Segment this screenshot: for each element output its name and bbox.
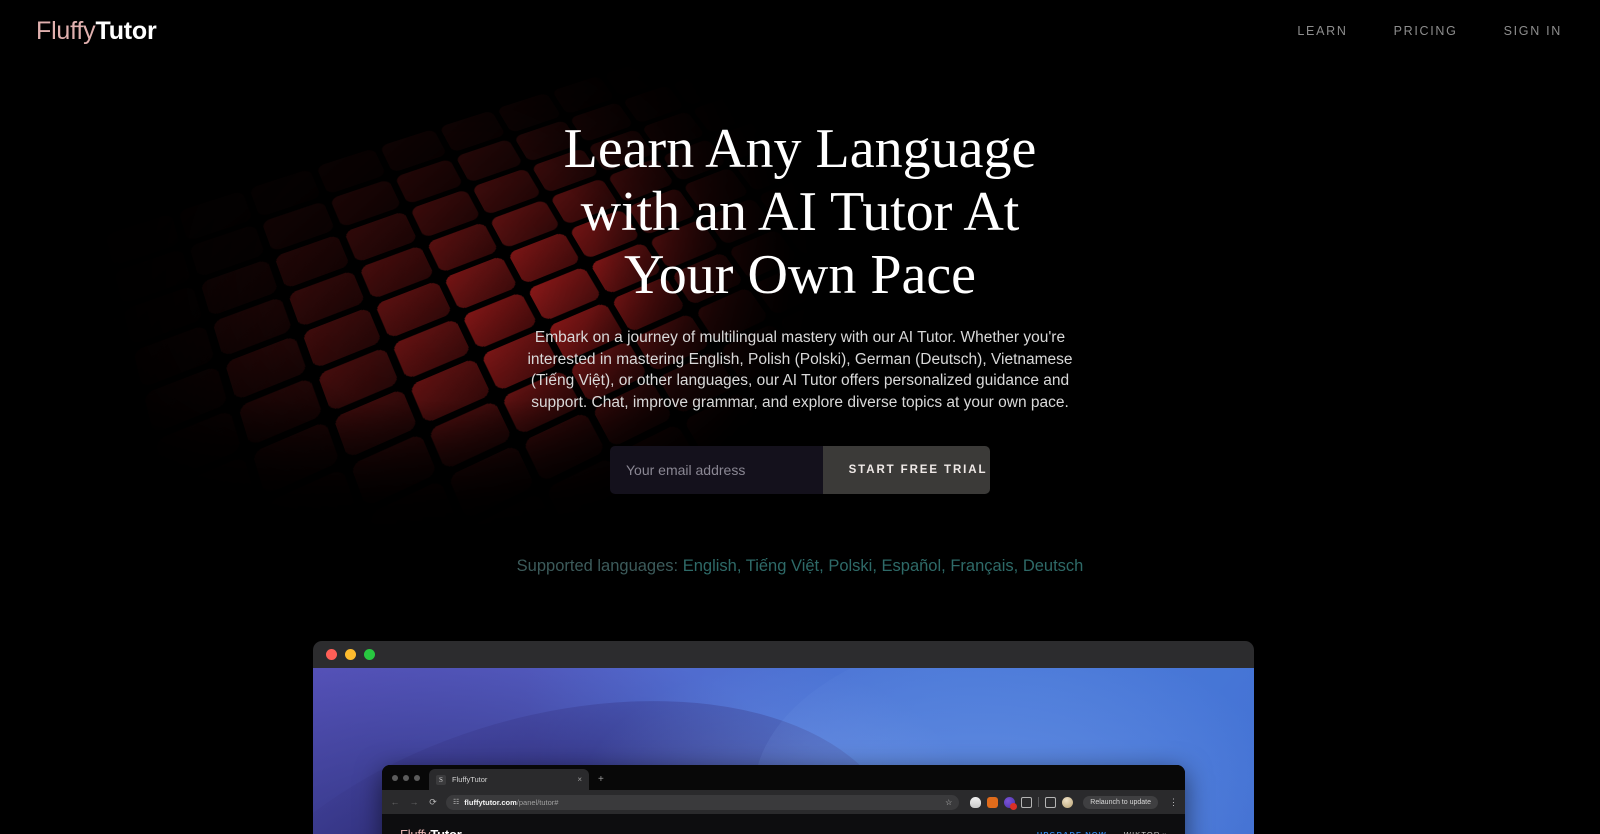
bookmark-star-icon[interactable]: ☆ — [945, 798, 952, 807]
language-separator: , — [819, 557, 824, 575]
zoom-icon[interactable] — [364, 649, 375, 660]
language-separator: , — [872, 557, 877, 575]
supported-languages: Supported languages: English, Tiếng Việt… — [517, 557, 1084, 576]
supported-languages-list: English, Tiếng Việt, Polski, Español, Fr… — [683, 557, 1084, 575]
email-field[interactable] — [610, 446, 823, 494]
inner-browser-window: S FluffyTutor × + ← → ⟳ ☷ fluffytutor.co… — [382, 765, 1185, 834]
url-path: /panel/tutor# — [516, 797, 559, 807]
logo-text-first: Fluffy — [36, 16, 96, 45]
user-menu[interactable]: Wiktor˅ — [1124, 830, 1167, 834]
site-header: FluffyTutor Learn Pricing Sign in — [0, 0, 1600, 62]
extension-icon-2[interactable] — [987, 796, 999, 808]
mac-desktop-wallpaper: S FluffyTutor × + ← → ⟳ ☷ fluffytutor.co… — [313, 668, 1254, 834]
mac-titlebar — [313, 641, 1254, 668]
main-navigation: Learn Pricing Sign in — [1297, 24, 1562, 38]
supported-languages-label: Supported languages: — [516, 557, 679, 575]
toolbar-divider — [1038, 797, 1040, 807]
language-link-français[interactable]: Français — [950, 557, 1013, 575]
browser-window-controls — [390, 765, 429, 790]
extension-icon-3[interactable] — [1004, 796, 1018, 810]
signup-form: START FREE TRIAL — [610, 446, 990, 494]
browser-toolbar: ← → ⟳ ☷ fluffytutor.com/panel/tutor# ☆ R… — [382, 790, 1185, 814]
page-root: FluffyTutor Learn Pricing Sign in Learn … — [0, 0, 1600, 834]
start-free-trial-button[interactable]: START FREE TRIAL — [823, 446, 990, 494]
grid-tile — [603, 59, 665, 97]
browser-minimize-icon[interactable] — [403, 774, 409, 781]
extension-icon-4[interactable] — [1021, 796, 1033, 808]
grid-tile — [118, 726, 227, 834]
hero-subtitle: Embark on a journey of multilingual mast… — [527, 329, 1073, 411]
tab-close-icon[interactable]: × — [577, 775, 582, 784]
upgrade-now-button[interactable]: Upgrade now — [1037, 830, 1107, 834]
browser-tab-strip: S FluffyTutor × + — [382, 765, 1185, 790]
browser-tab[interactable]: S FluffyTutor × — [429, 769, 589, 790]
inner-app-header-actions: Upgrade now Wiktor˅ — [1037, 830, 1167, 834]
page-title: Learn Any Language with an AI Tutor At Y… — [563, 118, 1037, 306]
address-bar[interactable]: ☷ fluffytutor.com/panel/tutor# ☆ — [446, 794, 960, 810]
grid-tile — [672, 68, 734, 106]
language-link-tiếng-việt[interactable]: Tiếng Việt — [746, 557, 819, 575]
grid-tile — [551, 75, 615, 115]
browser-extensions — [966, 796, 1074, 810]
inner-app-viewport: FluffyTutor Upgrade now Wiktor˅ — [382, 814, 1185, 834]
minimize-icon[interactable] — [345, 649, 356, 660]
hero-section: Learn Any Language with an AI Tutor At Y… — [0, 118, 1600, 576]
nav-item-pricing[interactable]: Pricing — [1394, 24, 1458, 38]
user-menu-label: Wiktor — [1123, 829, 1161, 834]
screenshot-mockup-window: S FluffyTutor × + ← → ⟳ ☷ fluffytutor.co… — [313, 641, 1254, 834]
nav-item-learn[interactable]: Learn — [1297, 24, 1347, 38]
address-bar-url: fluffytutor.com/panel/tutor# — [464, 798, 558, 807]
close-icon[interactable] — [326, 649, 337, 660]
language-separator: , — [1013, 557, 1019, 575]
logo-text-second: Tutor — [95, 16, 157, 45]
avatar[interactable] — [1062, 796, 1074, 808]
inner-logo-text-second: Tutor — [430, 826, 462, 834]
browser-tab-title: FluffyTutor — [452, 775, 488, 784]
language-separator: , — [941, 557, 946, 575]
url-domain: fluffytutor.com — [464, 797, 517, 807]
grid-tile — [207, 614, 308, 713]
inner-app-logo[interactable]: FluffyTutor — [400, 827, 462, 834]
site-logo[interactable]: FluffyTutor — [36, 17, 157, 46]
language-link-español[interactable]: Español — [882, 557, 942, 575]
nav-item-sign-in[interactable]: Sign in — [1504, 24, 1562, 38]
extension-icon-1[interactable] — [970, 796, 982, 808]
grid-tile — [222, 675, 327, 781]
browser-menu-icon[interactable]: ⋮ — [1165, 797, 1178, 807]
back-arrow-icon[interactable]: ← — [389, 796, 401, 808]
reload-icon[interactable]: ⟳ — [427, 796, 439, 808]
language-separator: , — [736, 557, 742, 575]
language-link-deutsch[interactable]: Deutsch — [1023, 557, 1084, 575]
favicon-icon: S — [436, 774, 446, 785]
language-link-english[interactable]: English — [683, 557, 737, 575]
relaunch-to-update-button[interactable]: Relaunch to update — [1083, 795, 1158, 809]
forward-arrow-icon[interactable]: → — [408, 796, 420, 808]
grid-tile — [106, 661, 211, 767]
site-settings-icon[interactable]: ☷ — [453, 798, 459, 806]
browser-close-icon[interactable] — [392, 774, 398, 781]
extension-icon-5[interactable] — [1045, 796, 1057, 808]
language-link-polski[interactable]: Polski — [828, 557, 872, 575]
inner-app-header: FluffyTutor Upgrade now Wiktor˅ — [382, 814, 1185, 834]
inner-logo-text-first: Fluffy — [400, 826, 431, 834]
new-tab-icon[interactable]: + — [589, 769, 613, 790]
browser-zoom-icon[interactable] — [414, 774, 420, 781]
grid-tile — [94, 601, 196, 699]
